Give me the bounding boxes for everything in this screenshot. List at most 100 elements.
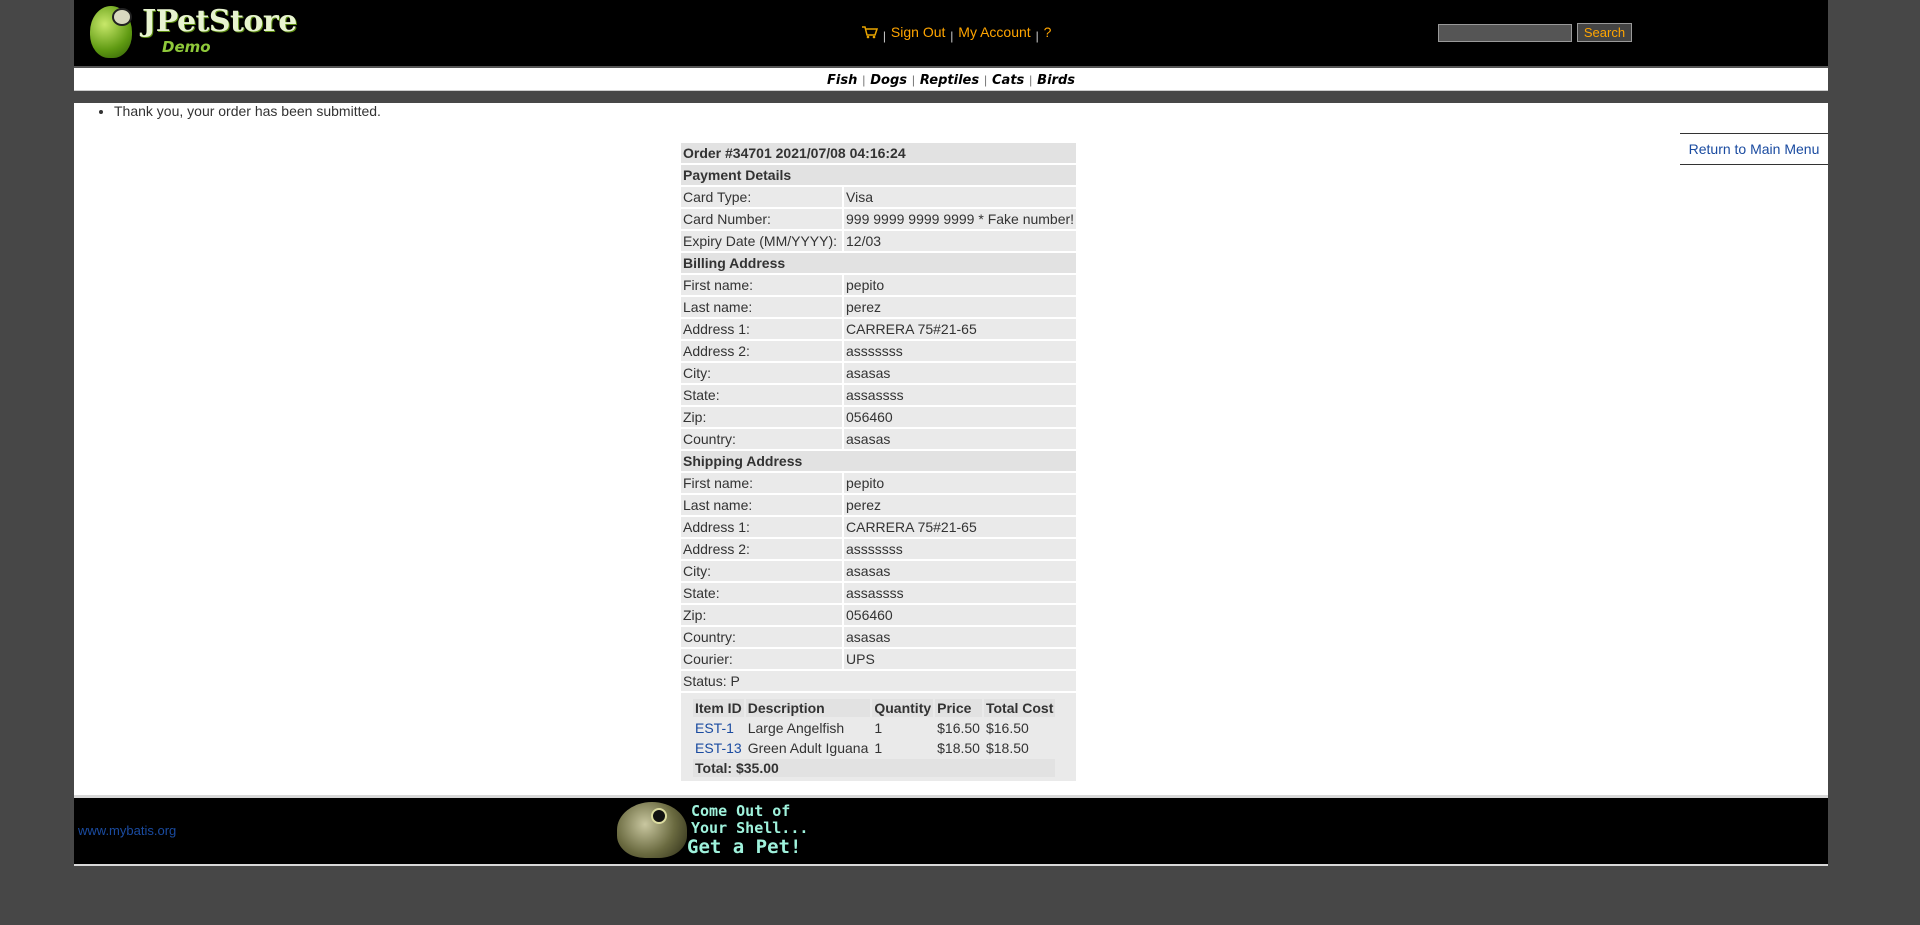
field-value: asasas: [844, 627, 1076, 647]
line-items-table: Item ID Description Quantity Price Total…: [691, 697, 1057, 779]
header-menu: | Sign Out | My Account | ?: [862, 24, 1052, 43]
banner-line: Come Out of: [691, 802, 791, 820]
field-label: State:: [681, 385, 842, 405]
field-label: Address 2:: [681, 539, 842, 559]
quicklink-fish[interactable]: Fish: [827, 73, 857, 88]
quicklink-birds[interactable]: Birds: [1037, 73, 1075, 88]
table-row: Address 2: asssssss: [681, 341, 1076, 361]
field-label: City:: [681, 561, 842, 581]
item-total: $16.50: [985, 720, 1029, 736]
quicklink-separator: |: [1029, 73, 1033, 87]
menu-separator: |: [882, 29, 887, 43]
column-header: Price: [935, 699, 982, 717]
cart-icon: [862, 26, 878, 39]
field-label: Card Type:: [681, 187, 842, 207]
table-row: Card Type: Visa: [681, 187, 1076, 207]
field-label: Zip:: [681, 605, 842, 625]
return-to-main-menu-link[interactable]: Return to Main Menu: [1689, 141, 1820, 157]
search-input[interactable]: [1438, 23, 1572, 42]
table-row: Courier: UPS: [681, 649, 1076, 669]
table-row: Card Number: 999 9999 9999 9999 * Fake nu…: [681, 209, 1076, 229]
field-value: pepito: [844, 473, 1076, 493]
field-label: Zip:: [681, 407, 842, 427]
search-button[interactable]: Search: [1576, 23, 1633, 42]
table-row: Expiry Date (MM/YYYY): 12/03: [681, 231, 1076, 251]
main-content: Thank you, your order has been submitted…: [74, 103, 1828, 795]
field-label: First name:: [681, 473, 842, 493]
table-row: EST-1 Large Angelfish 1 $16.50 $16.50: [693, 719, 1055, 737]
item-id-link[interactable]: EST-1: [695, 720, 734, 736]
table-row: Address 1: CARRERA 75#21-65: [681, 319, 1076, 339]
message-item: Thank you, your order has been submitted…: [114, 103, 381, 119]
table-row: Last name: perez: [681, 495, 1076, 515]
pet-banner[interactable]: Come Out of Your Shell... Get a Pet!: [617, 800, 827, 860]
column-header: Total Cost: [983, 699, 1056, 717]
field-value: Visa: [844, 187, 1076, 207]
quicklink-reptiles[interactable]: Reptiles: [920, 73, 979, 88]
item-description: Large Angelfish: [747, 720, 845, 736]
item-description: Green Adult Iguana: [747, 740, 869, 756]
item-id-link[interactable]: EST-13: [695, 740, 742, 756]
table-row: Zip: 056460: [681, 407, 1076, 427]
banner-line: Your Shell...: [691, 819, 809, 837]
order-title: Order #34701 2021/07/08 04:16:24: [681, 143, 1076, 163]
messages-list: Thank you, your order has been submitted…: [114, 103, 381, 119]
item-quantity: 1: [874, 740, 883, 756]
table-row: Address 1: CARRERA 75#21-65: [681, 517, 1076, 537]
footer: www.mybatis.org Come Out of Your Shell..…: [74, 795, 1828, 866]
parrot-eye-icon: [112, 8, 132, 26]
table-row: State: assassss: [681, 385, 1076, 405]
field-label: Expiry Date (MM/YYYY):: [681, 231, 842, 251]
table-row: Country: asasas: [681, 429, 1076, 449]
field-value: pepito: [844, 275, 1076, 295]
column-header: Item ID: [693, 699, 744, 717]
item-price: $18.50: [937, 740, 980, 756]
back-link-container: Return to Main Menu: [1680, 133, 1828, 165]
sign-out-link[interactable]: Sign Out: [891, 24, 945, 40]
field-label: Country:: [681, 429, 842, 449]
field-value: UPS: [844, 649, 1076, 669]
menu-separator: |: [1035, 29, 1039, 43]
column-header: Quantity: [872, 699, 934, 717]
search-form: Search: [1438, 23, 1633, 42]
table-row: City: asasas: [681, 561, 1076, 581]
field-value: asasas: [844, 561, 1076, 581]
lizard-eye-icon: [651, 808, 667, 824]
my-account-link[interactable]: My Account: [958, 24, 1030, 40]
shipping-heading: Shipping Address: [681, 451, 1076, 471]
field-value: 999 9999 9999 9999 * Fake number!: [844, 209, 1076, 229]
payment-heading: Payment Details: [681, 165, 1076, 185]
order-details-table: Order #34701 2021/07/08 04:16:24 Payment…: [679, 141, 1078, 783]
logo-name: JPetStore: [142, 4, 297, 39]
cart-link[interactable]: [862, 24, 882, 40]
field-value: CARRERA 75#21-65: [844, 517, 1076, 537]
quicklink-separator: |: [862, 73, 866, 87]
table-row: Zip: 056460: [681, 605, 1076, 625]
field-label: Last name:: [681, 495, 842, 515]
field-label: First name:: [681, 275, 842, 295]
field-value: assassss: [844, 583, 1076, 603]
table-row: City: asasas: [681, 363, 1076, 383]
field-label: Address 1:: [681, 319, 842, 339]
line-items-container: Item ID Description Quantity Price Total…: [681, 693, 1076, 781]
field-value: CARRERA 75#21-65: [844, 319, 1076, 339]
logo-subtitle: Demo: [162, 38, 211, 56]
table-row: EST-13 Green Adult Iguana 1 $18.50 $18.5…: [693, 739, 1055, 757]
help-link[interactable]: ?: [1044, 24, 1052, 40]
field-value: 12/03: [844, 231, 1076, 251]
order-total: Total: $35.00: [693, 759, 1056, 777]
table-row: First name: pepito: [681, 275, 1076, 295]
mybatis-link[interactable]: www.mybatis.org: [78, 823, 176, 838]
category-quicklinks: Fish | Dogs | Reptiles | Cats | Birds: [74, 68, 1828, 91]
quicklink-cats[interactable]: Cats: [992, 73, 1024, 88]
field-value: assassss: [844, 385, 1076, 405]
menu-separator: |: [950, 29, 954, 43]
quicklink-dogs[interactable]: Dogs: [870, 73, 907, 88]
logo[interactable]: JPetStore Demo: [82, 2, 302, 62]
quicklink-separator: |: [983, 73, 988, 87]
order-status: Status: P: [681, 671, 1076, 691]
field-value: asssssss: [844, 539, 1076, 559]
header-divider: [74, 91, 1828, 103]
table-row: Address 2: asssssss: [681, 539, 1076, 559]
item-price: $16.50: [937, 720, 980, 736]
